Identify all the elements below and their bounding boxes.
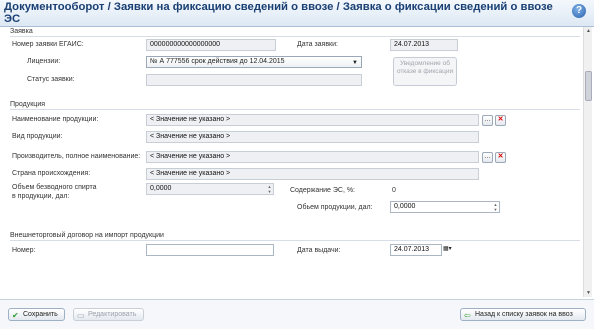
scroll-up-icon[interactable]: ▲: [584, 27, 593, 35]
country-label: Страна происхождения:: [12, 170, 91, 177]
licenses-select[interactable]: № А 777556 срок действия до 12.04.2015 ▼: [146, 56, 362, 68]
footer-bar: ✔ Сохранить ▭ Редактировать ⇦ Назад к сп…: [0, 299, 594, 329]
checkmark-icon: ✔: [12, 311, 19, 320]
back-button-label: Назад к списку заявок на ввоз: [475, 311, 573, 318]
status-field: [146, 74, 362, 86]
scroll-thumb[interactable]: [585, 71, 592, 101]
edit-button[interactable]: ▭ Редактировать: [73, 308, 144, 321]
product-name-field: < Значение не указано >: [146, 114, 479, 126]
back-to-list-button[interactable]: ⇦ Назад к списку заявок на ввоз: [460, 308, 586, 321]
spin-down-icon[interactable]: ▼: [492, 207, 499, 212]
contract-number-label: Номер:: [12, 247, 36, 254]
delete-icon[interactable]: ✕: [495, 152, 506, 163]
spirit-volume-label-1: Объем безводного спирта: [12, 184, 97, 191]
producer-field: < Значение не указано >: [146, 151, 479, 163]
product-name-label: Наименование продукции:: [12, 116, 99, 123]
contract-number-input[interactable]: [146, 244, 274, 256]
question-icon[interactable]: ?: [572, 4, 586, 18]
spirit-volume-label-2: в продукции, дал:: [12, 193, 70, 200]
form-panel: Заявка Номер заявки ЕГАИС: 0000000000000…: [2, 27, 582, 299]
status-label: Статус заявки:: [27, 76, 75, 83]
chevron-down-icon: ▼: [352, 60, 358, 66]
licenses-label: Лицензии:: [27, 58, 61, 65]
refusal-notice-button[interactable]: Уведомление об отказе в фиксации: [393, 57, 457, 86]
request-date-field: 24.07.2013: [390, 39, 458, 51]
request-number-label: Номер заявки ЕГАИС:: [12, 41, 84, 48]
issue-date-input[interactable]: 24.07.2013: [390, 244, 442, 256]
edit-icon: ▭: [77, 311, 85, 320]
form-content: Заявка Номер заявки ЕГАИС: 0000000000000…: [0, 27, 594, 299]
edit-button-label: Редактировать: [88, 311, 137, 318]
spirit-volume-field: 0,0000: [146, 183, 274, 195]
country-field: < Значение не указано >: [146, 168, 479, 180]
section-divider: [10, 109, 580, 110]
product-volume-label: Обьем продукции, дал:: [297, 204, 373, 211]
section-request-title: Заявка: [10, 28, 33, 35]
issue-date-label: Дата выдачи:: [297, 247, 341, 254]
product-volume-input[interactable]: 0,0000: [390, 201, 500, 213]
spin-down-icon: ▼: [267, 189, 272, 194]
scroll-down-icon[interactable]: ▼: [584, 289, 593, 297]
es-content-label: Содержание ЭС, %:: [290, 187, 355, 194]
product-type-label: Вид продукции:: [12, 133, 63, 140]
es-content-value: 0: [392, 187, 396, 194]
section-divider: [10, 36, 580, 37]
section-products-title: Продукция: [10, 101, 46, 108]
back-arrow-icon: ⇦: [464, 311, 471, 320]
title-bar: Документооборот / Заявки на фиксацию све…: [0, 0, 594, 27]
request-date-label: Дата заявки:: [297, 41, 338, 48]
section-divider: [10, 240, 580, 241]
browse-button[interactable]: …: [482, 115, 493, 126]
producer-label: Производитель, полное наименование:: [12, 153, 141, 160]
save-button-label: Сохранить: [23, 311, 58, 318]
delete-icon[interactable]: ✕: [495, 115, 506, 126]
request-number-field: 000000000000000000: [146, 39, 276, 51]
section-contract-title: Внешнеторговый договор на импорт продукц…: [10, 232, 164, 239]
vertical-scrollbar[interactable]: ▲ ▼: [583, 27, 592, 297]
licenses-value: № А 777556 срок действия до 12.04.2015: [150, 58, 285, 65]
browse-button[interactable]: …: [482, 152, 493, 163]
product-type-field: < Значение не указано >: [146, 131, 479, 143]
calendar-icon[interactable]: ▦▾: [443, 245, 453, 255]
page-title: Документооборот / Заявки на фиксацию све…: [4, 1, 553, 25]
save-button[interactable]: ✔ Сохранить: [8, 308, 65, 321]
